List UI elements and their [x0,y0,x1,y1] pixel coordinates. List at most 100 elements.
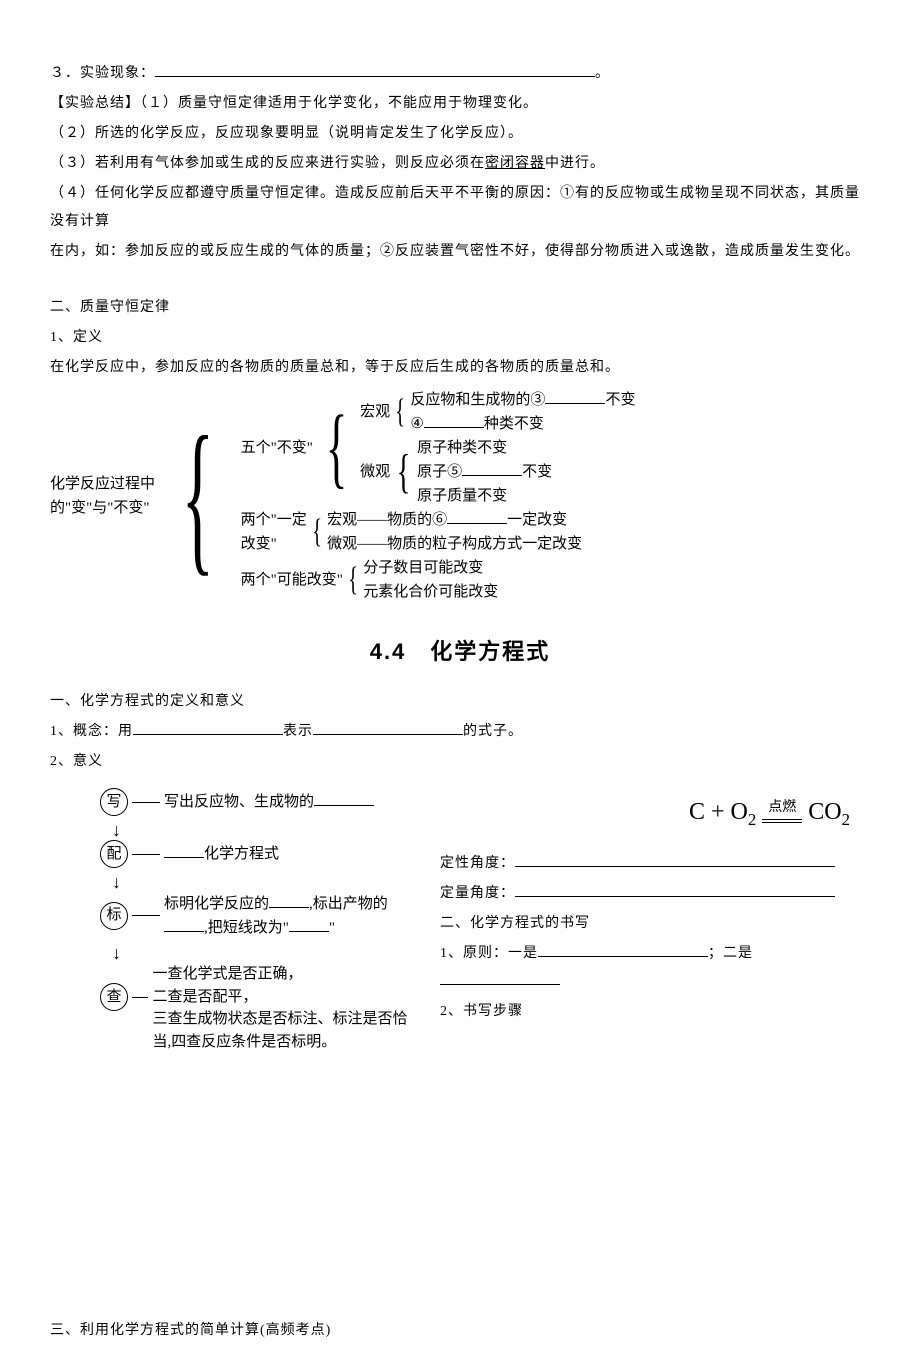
definition-label: 1、定义 [50,324,870,352]
blank [155,61,595,77]
blank [313,719,463,735]
double-line-icon [762,819,802,823]
brace-icon: { [348,563,358,597]
micro-label: 微观 [360,460,390,484]
blank [447,508,507,524]
text: ；二是 [708,946,753,961]
text: ④ [410,416,423,432]
macro-item-b: ④ 种类不变 [410,412,635,436]
qualitative: 定性角度： [440,850,870,878]
step-write-icon: 写 [100,788,128,816]
arrow-down-icon: ↓ [112,820,410,840]
text: 定性角度： [440,856,515,871]
connector [132,997,148,998]
blank [314,790,374,806]
quantitative: 定量角度： [440,880,870,908]
connector [132,915,160,916]
section-2-heading: 二、质量守恒定律 [50,294,870,322]
blank [515,881,835,897]
step-mark-icon: 标 [100,902,128,930]
root-line2: 的"变"与"不变" [50,496,155,520]
step-balance-text: 化学方程式 [164,842,279,866]
summary-4a: （４）任何化学反应都遵守质量守恒定律。造成反应前后天平不平衡的原因：①有的反应物… [50,180,870,236]
two-column: 写 写出反应物、生成物的 ↓ 配 化学方程式 ↓ 标 标明化学反应的 ,标出产物的… [50,788,870,1057]
text: 一定改变 [507,512,567,528]
eq-c: C [689,799,705,825]
summary-1: 【实验总结】（１）质量守恒定律适用于化学变化，不能应用于物理变化。 [50,90,870,118]
eq-plus: + [705,799,731,825]
brace-icon: { [395,395,405,429]
connector [132,854,160,855]
group-2-must-a: 两个"一定 [241,508,307,532]
g3-a: 分子数目可能改变 [363,556,498,580]
text: 的式子。 [463,724,523,739]
text: 中进行。 [545,156,605,171]
blank [269,892,309,908]
blank [515,851,835,867]
micro-item-c: 原子质量不变 [417,484,552,508]
eq-def-heading: 一、化学方程式的定义和意义 [50,688,870,716]
blank [164,842,204,858]
blank [164,916,204,932]
text: 表示 [283,724,313,739]
eq-co2: CO [808,799,841,825]
flowchart: 写 写出反应物、生成物的 ↓ 配 化学方程式 ↓ 标 标明化学反应的 ,标出产物的… [50,788,410,1057]
right-column: C + O2 点燃 CO2 定性角度： 定量角度： 二、化学方程式的书写 1、原… [410,788,870,1057]
text: 标明化学反应的 [164,896,269,912]
g2-micro: 微观——物质的粒子构成方式一定改变 [327,532,582,556]
macro-label: 宏观 [360,400,390,424]
brace-icon: { [326,403,348,493]
text: ,标出产物的 [309,896,388,912]
group-2-maybe: 两个"可能改变" [241,568,343,592]
period: 。 [595,66,610,81]
eq-concept: 1、概念：用表示的式子。 [50,718,870,746]
principles: 1、原则：一是 ；二是 [440,940,870,996]
summary-3: （３）若利用有气体参加或生成的反应来进行实验，则反应必须在密闭容器中进行。 [50,150,870,178]
micro-item-a: 原子种类不变 [417,436,552,460]
g3-b: 元素化合价可能改变 [363,580,498,604]
text: 定量角度： [440,886,515,901]
brace-diagram: 化学反应过程中 的"变"与"不变" { 五个"不变" { 宏观 { 反应物和生成… [50,388,870,604]
exp-phenomenon: ３．实验现象： 。 [50,60,870,88]
root-line1: 化学反应过程中 [50,472,155,496]
text: 1、原则：一是 [440,946,538,961]
text: 化学方程式 [204,846,279,862]
step-check-text: 一查化学式是否正确， 二查是否配平， 三查生成物状态是否标注、标注是否恰当,四查… [152,963,410,1053]
g2-macro: 宏观——物质的⑥ 一定改变 [327,508,582,532]
eq-o2: O [731,799,748,825]
section-title-44: 4.4 化学方程式 [50,630,870,674]
step-write-text: 写出反应物、生成物的 [164,790,374,814]
text: " [329,920,335,936]
exp-label: ３．实验现象： [50,66,155,81]
brace-icon: { [181,411,214,581]
text: 种类不变 [484,416,544,432]
macro-item-a: 反应物和生成物的③不变 [410,388,635,412]
step-balance-icon: 配 [100,840,128,868]
arrow-down-icon: ↓ [112,943,410,963]
blank [289,916,329,932]
brace-icon: { [312,515,322,549]
group-2-must-b: 改变" [241,532,307,556]
write-steps: 2、书写步骤 [440,998,870,1026]
step-mark-text: 标明化学反应的 ,标出产物的 ,把短线改为" " [164,892,388,939]
text: （３）若利用有气体参加或生成的反应来进行实验，则反应必须在 [50,156,485,171]
text: 宏观——物质的⑥ [327,512,447,528]
summary-2: （２）所选的化学反应，反应现象要明显（说明肯定发生了化学反应）。 [50,120,870,148]
blank [133,719,283,735]
text: 不变 [605,392,635,408]
blank [538,941,708,957]
underlined-term: 密闭容器 [485,156,545,171]
eq-meaning: 2、意义 [50,748,870,776]
micro-item-b: 原子⑤ 不变 [417,460,552,484]
text: 写出反应物、生成物的 [164,794,314,810]
definition-text: 在化学反应中，参加反应的各物质的质量总和，等于反应后生成的各物质的质量总和。 [50,354,870,382]
condition: 点燃 [768,801,796,815]
text: ,把短线改为" [204,920,289,936]
blank [462,460,522,476]
text: 不变 [522,464,552,480]
blank [440,969,560,985]
connector [132,802,160,803]
blank [545,388,605,404]
arrow-down-icon: ↓ [112,872,410,892]
text: 原子⑤ [417,464,462,480]
